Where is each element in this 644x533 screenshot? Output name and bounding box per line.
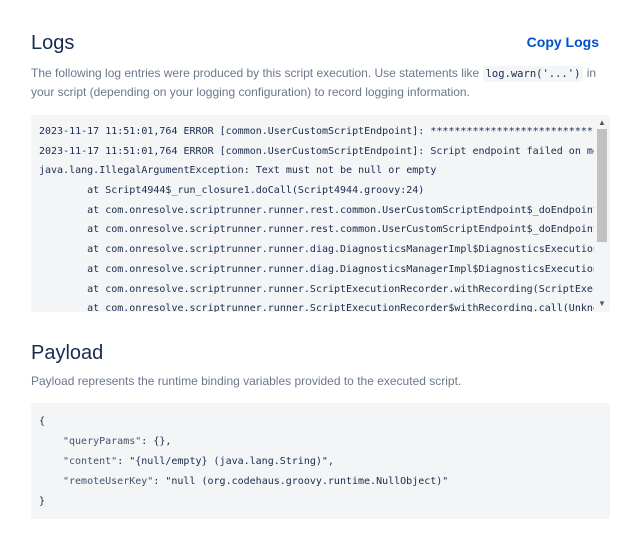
log-output[interactable]: 2023-11-17 11:51:01,764 ERROR [common.Us… bbox=[31, 115, 610, 312]
log-line: at com.onresolve.scriptrunner.runner.res… bbox=[39, 224, 594, 236]
script-execution-page: Logs Copy Logs The following log entries… bbox=[0, 0, 644, 533]
payload-close-brace: } bbox=[39, 496, 46, 507]
payload-key: "content" bbox=[63, 456, 118, 467]
payload-title: Payload bbox=[31, 342, 104, 364]
copy-logs-button[interactable]: Copy Logs bbox=[527, 34, 599, 50]
payload-output: { "queryParams": {}, "content": "{null/e… bbox=[31, 403, 610, 519]
payload-lines: { "queryParams": {}, "content": "{null/e… bbox=[39, 412, 448, 512]
payload-key: "remoteUserKey" bbox=[63, 476, 154, 487]
payload-value: {}, bbox=[153, 436, 172, 447]
scroll-up-arrow-icon[interactable]: ▲ bbox=[594, 117, 610, 129]
log-lines: 2023-11-17 11:51:01,764 ERROR [common.Us… bbox=[39, 122, 594, 312]
log-line: at com.onresolve.scriptrunner.runner.res… bbox=[39, 204, 594, 216]
log-line: java.lang.IllegalArgumentException: Text… bbox=[39, 165, 437, 177]
payload-entry: "queryParams": {}, bbox=[63, 436, 172, 447]
logs-title: Logs bbox=[31, 32, 75, 54]
scroll-thumb[interactable] bbox=[597, 129, 607, 242]
log-line: 2023-11-17 11:51:01,764 ERROR [common.Us… bbox=[39, 145, 594, 157]
log-scrollbar[interactable]: ▲ ▼ bbox=[594, 115, 610, 312]
log-line: at com.onresolve.scriptrunner.runner.Scr… bbox=[39, 303, 594, 312]
logs-description: The following log entries were produced … bbox=[31, 64, 601, 102]
log-line: at com.onresolve.scriptrunner.runner.dia… bbox=[39, 263, 594, 275]
logs-description-text: The following log entries were produced … bbox=[31, 66, 483, 80]
payload-entry: "content": "{null/empty} (java.lang.Stri… bbox=[63, 456, 334, 467]
log-warn-code: log.warn('...') bbox=[482, 66, 584, 82]
payload-open-brace: { bbox=[39, 416, 46, 427]
payload-value: "null (org.codehaus.groovy.runtime.NullO… bbox=[165, 476, 449, 487]
payload-description: Payload represents the runtime binding v… bbox=[31, 374, 462, 388]
scroll-down-arrow-icon[interactable]: ▼ bbox=[594, 298, 610, 310]
log-line: at com.onresolve.scriptrunner.runner.dia… bbox=[39, 244, 594, 256]
payload-key: "queryParams" bbox=[63, 436, 142, 447]
log-line: 2023-11-17 11:51:01,764 ERROR [common.Us… bbox=[39, 126, 594, 137]
payload-entry: "remoteUserKey": "null (org.codehaus.gro… bbox=[63, 476, 449, 487]
payload-value: "{null/empty} (java.lang.String)", bbox=[129, 456, 334, 467]
log-line: at com.onresolve.scriptrunner.runner.Scr… bbox=[39, 283, 594, 295]
log-line: at Script4944$_run_closure1.doCall(Scrip… bbox=[39, 185, 425, 197]
